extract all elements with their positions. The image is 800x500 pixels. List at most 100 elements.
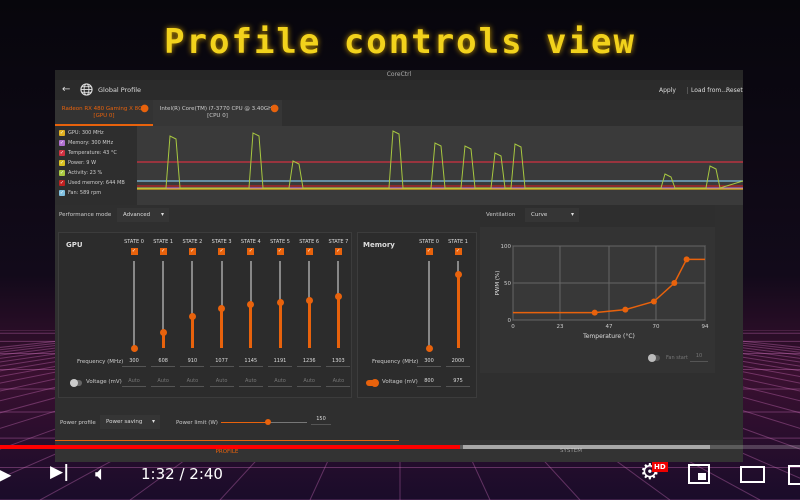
state-checkbox[interactable]: ✓	[218, 248, 226, 255]
tab-system[interactable]: SYSTEM	[399, 440, 743, 462]
fullscreen-icon[interactable]	[788, 465, 800, 485]
voltage-input[interactable]: Auto	[209, 378, 234, 387]
power-profile-label: Power profile	[60, 420, 96, 426]
state-checkbox[interactable]: ✓	[334, 248, 342, 255]
sensor-legend-item[interactable]: ✓ GPU: 300 MHz	[55, 128, 137, 138]
state-label: STATE 0	[419, 239, 439, 245]
video-progress-bar[interactable]	[0, 445, 800, 449]
slider-handle[interactable]	[188, 313, 196, 321]
sensor-legend-item[interactable]: ✓ Fan: 589 rpm	[55, 188, 137, 198]
fan-curve-point[interactable]	[622, 306, 629, 313]
frequency-input[interactable]: 1077	[209, 358, 234, 367]
slider-track[interactable]	[428, 261, 430, 348]
voltage-input[interactable]: Auto	[268, 378, 292, 387]
frequency-input[interactable]: 608	[151, 358, 176, 367]
sensor-checkbox[interactable]: ✓	[59, 140, 65, 146]
sensor-checkbox[interactable]: ✓	[59, 180, 65, 186]
ventilation-label: Ventilation	[486, 212, 516, 218]
load-from-button[interactable]: Load from...	[687, 87, 727, 94]
sensor-legend-item[interactable]: ✓ Memory: 300 MHz	[55, 138, 137, 148]
slider-handle[interactable]	[425, 344, 433, 352]
ventilation-select[interactable]: Curve	[525, 208, 579, 222]
frequency-input[interactable]: 1191	[268, 358, 292, 367]
voltage-input[interactable]: 800	[417, 378, 441, 387]
fan-curve-point[interactable]	[650, 298, 657, 305]
state-checkbox[interactable]: ✓	[425, 248, 433, 255]
sensor-checkbox[interactable]: ✓	[59, 160, 65, 166]
slider-handle[interactable]	[454, 270, 462, 278]
fan-start-toggle[interactable]	[648, 354, 660, 362]
state-checkbox[interactable]: ✓	[305, 248, 313, 255]
frequency-input[interactable]: 300	[122, 358, 146, 367]
frequency-input[interactable]: 1145	[238, 358, 263, 367]
state-checkbox[interactable]: ✓	[159, 248, 167, 255]
fan-curve-chart[interactable]: 0 23 47 70 94 0 50 100 Temperature (°C) PWM (%)	[480, 227, 715, 347]
next-icon[interactable]: ▶|	[50, 462, 69, 482]
slider-handle[interactable]	[334, 293, 342, 301]
state-checkbox[interactable]: ✓	[130, 248, 138, 255]
reset-button[interactable]: Reset	[726, 87, 743, 94]
power-profile-select[interactable]: Power saving	[100, 415, 160, 429]
frequency-input[interactable]: 2000	[446, 358, 470, 367]
voltage-input[interactable]: Auto	[326, 378, 351, 387]
voltage-input[interactable]: Auto	[151, 378, 176, 387]
y-tick-label: 0	[508, 318, 512, 324]
device-tab-gpu[interactable]: Radeon RX 480 Gaming X 8GB [GPU 0] ●	[55, 100, 153, 126]
sensor-legend-item[interactable]: ✓ Used memory: 644 MB	[55, 178, 137, 188]
video-title: Profile controls view	[164, 22, 636, 62]
theater-mode-icon[interactable]	[740, 466, 765, 483]
slider-handle[interactable]	[218, 304, 226, 312]
frequency-input[interactable]: 300	[417, 358, 441, 367]
memory-voltage-toggle[interactable]	[366, 379, 379, 387]
fan-curve-point[interactable]	[591, 309, 598, 316]
state-checkbox[interactable]: ✓	[276, 248, 284, 255]
gpu-title: GPU	[66, 241, 83, 249]
frequency-input[interactable]: 1303	[326, 358, 351, 367]
slider-handle[interactable]	[247, 301, 255, 309]
tab-profile[interactable]: PROFILE	[55, 440, 399, 462]
voltage-input[interactable]: Auto	[297, 378, 322, 387]
frequency-input[interactable]: 910	[180, 358, 205, 367]
buffered-bar	[463, 445, 710, 449]
sensor-legend-item[interactable]: ✓ Temperature: 43 °C	[55, 148, 137, 158]
slider-handle[interactable]	[159, 328, 167, 336]
voltage-input[interactable]: Auto	[122, 378, 146, 387]
voltage-input[interactable]: Auto	[180, 378, 205, 387]
sensor-checkbox[interactable]: ✓	[59, 130, 65, 136]
frequency-input[interactable]: 1236	[297, 358, 322, 367]
performance-mode-select[interactable]: Advanced	[117, 208, 169, 222]
memory-title: Memory	[363, 241, 395, 249]
voltage-input[interactable]: 975	[446, 378, 470, 387]
volume-icon[interactable]: 🔈︎	[95, 461, 107, 485]
sensor-checkbox[interactable]: ✓	[59, 190, 65, 196]
slider-handle[interactable]	[305, 296, 313, 304]
back-arrow-icon[interactable]: ←	[62, 84, 70, 95]
fan-curve-point[interactable]	[683, 256, 690, 263]
slider-handle[interactable]	[130, 344, 138, 352]
gpu-voltage-toggle[interactable]	[70, 379, 82, 387]
slider-track[interactable]	[133, 261, 135, 348]
performance-mode-label: Performance mode	[59, 212, 112, 218]
voltage-input[interactable]: Auto	[238, 378, 263, 387]
fan-start-input[interactable]: 10	[690, 353, 708, 362]
sensor-checkbox[interactable]: ✓	[59, 150, 65, 156]
state-checkbox[interactable]: ✓	[247, 248, 255, 255]
x-tick-label: 70	[652, 324, 659, 330]
fan-curve-point[interactable]	[671, 280, 678, 286]
gpu-voltage-label: Voltage (mV)	[86, 379, 122, 385]
profile-name: Global Profile	[98, 86, 142, 94]
sensor-legend-item[interactable]: ✓ Power: 9 W	[55, 158, 137, 168]
power-limit-value[interactable]: 150	[311, 416, 331, 425]
apply-button[interactable]: Apply	[659, 87, 676, 94]
state-checkbox[interactable]: ✓	[454, 248, 462, 255]
slider-fill	[307, 300, 311, 348]
sensor-checkbox[interactable]: ✓	[59, 170, 65, 176]
play-icon[interactable]: ▶	[0, 462, 11, 486]
state-label: STATE 6	[299, 239, 320, 245]
miniplayer-icon[interactable]	[688, 464, 710, 484]
slider-handle[interactable]	[276, 298, 284, 306]
sensor-legend-item[interactable]: ✓ Activity: 23 %	[55, 168, 137, 178]
state-checkbox[interactable]: ✓	[188, 248, 196, 255]
power-limit-slider[interactable]	[221, 419, 307, 425]
device-tab-cpu[interactable]: Intel(R) Core(TM) i7-3770 CPU @ 3.40GHz[…	[153, 100, 282, 126]
